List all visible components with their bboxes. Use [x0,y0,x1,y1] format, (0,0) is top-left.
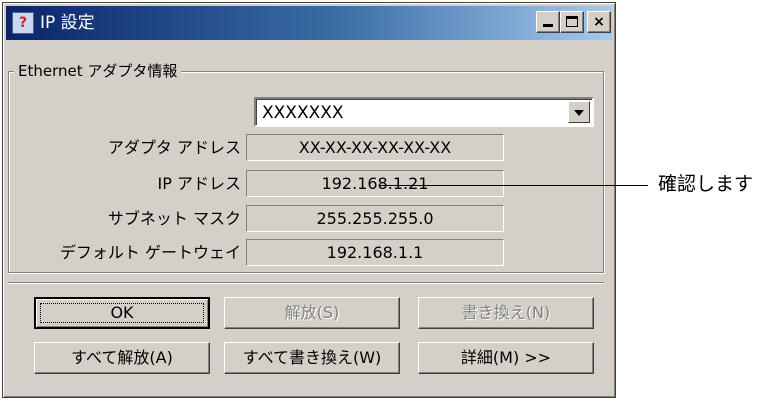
maximize-icon [566,16,578,27]
adapter-select-value: XXXXXXX [262,103,344,123]
close-icon: × [593,14,605,30]
callout-leader-line [380,185,648,186]
title-bar[interactable]: ? IP 設定 × [6,6,612,40]
callout-annotation: 確認します [658,173,754,195]
dropdown-button[interactable] [568,101,590,123]
help-question-icon: ? [12,12,34,34]
ip-address-value: 192.168.1.21 [246,170,504,197]
chevron-down-icon [574,110,584,116]
subnet-mask-value: 255.255.255.0 [246,205,504,232]
button-area-divider [8,282,604,284]
renew-all-button[interactable]: すべて書き換え(W) [224,342,400,374]
release-button[interactable]: 解放(S) [224,297,400,329]
renew-button[interactable]: 書き換え(N) [418,297,594,329]
maximize-button[interactable] [560,11,584,33]
default-gateway-label: デフォルト ゲートウェイ [59,243,241,262]
default-gateway-value: 192.168.1.1 [246,239,504,266]
adapter-select[interactable]: XXXXXXX [254,97,594,127]
release-all-button[interactable]: すべて解放(A) [34,342,210,374]
adapter-group-label: Ethernet アダプタ情報 [14,62,182,80]
focus-rectangle [40,303,204,323]
adapter-address-label: アダプタ アドレス [107,138,241,157]
close-button[interactable]: × [587,11,611,33]
subnet-mask-label: サブネット マスク [107,209,241,228]
minimize-icon [543,24,553,27]
window-title: IP 設定 [40,13,95,33]
minimize-button[interactable] [536,11,560,33]
details-button[interactable]: 詳細(M) >> [418,342,594,374]
ip-address-label: IP アドレス [157,174,241,193]
adapter-address-value: XX-XX-XX-XX-XX-XX [246,134,504,161]
ok-button[interactable]: OK [34,297,210,329]
